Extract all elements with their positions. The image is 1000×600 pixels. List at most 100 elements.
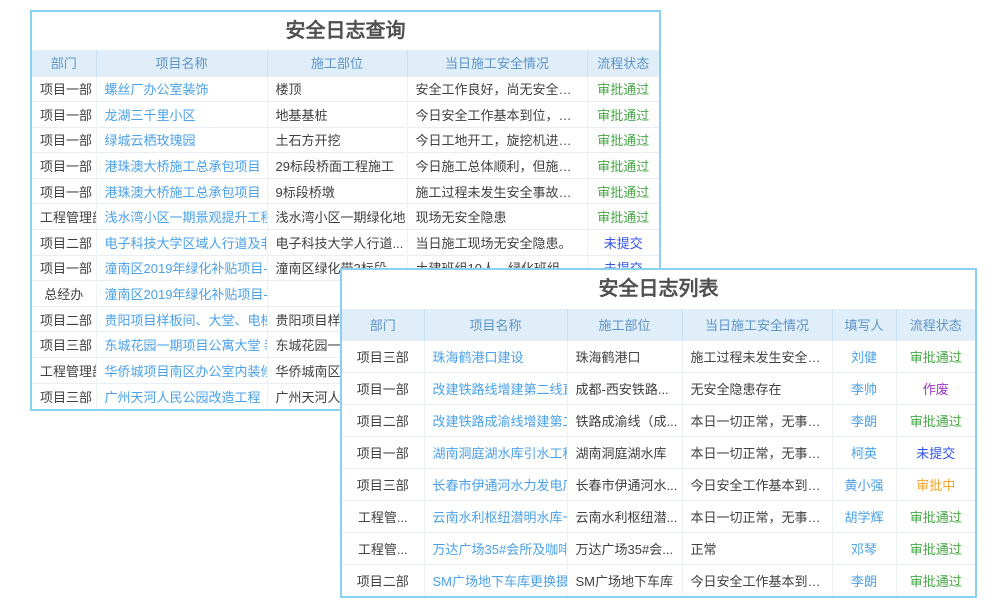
situation-cell: 施工过程未发生安全事故及人...	[407, 178, 587, 204]
dept-cell: 项目一部	[342, 372, 424, 404]
column-header-situation: 当日施工安全情况	[682, 309, 832, 340]
location-cell: 楼顶	[267, 76, 407, 102]
situation-cell: 今日施工总体顺利，但施工人...	[407, 153, 587, 179]
table-row: 项目一部螺丝厂办公室装饰楼顶安全工作良好，尚无安全隐患...审批通过	[32, 76, 659, 102]
column-header-location: 施工部位	[567, 309, 682, 340]
situation-cell: 今日安全工作基本到位，...	[682, 564, 832, 596]
column-header-project: 项目名称	[424, 309, 567, 340]
location-cell: 万达广场35#会...	[567, 532, 682, 564]
project-cell[interactable]: 华侨城项目南区办公室内装修	[96, 358, 267, 384]
location-cell: 珠海鹤港口	[567, 340, 682, 372]
table-row: 工程管...万达广场35#会所及咖啡...万达广场35#会...正常邓琴审批通过	[342, 532, 975, 564]
project-cell[interactable]: 长春市伊通河水力发电厂...	[424, 468, 567, 500]
table-row: 项目三部珠海鹤港口建设珠海鹤港口施工过程未发生安全事故...刘健审批通过	[342, 340, 975, 372]
table-row: 项目一部港珠澳大桥施工总承包项目29标段桥面工程施工今日施工总体顺利，但施工人.…	[32, 153, 659, 179]
project-cell[interactable]: 绿城云栖玫瑰园	[96, 127, 267, 153]
project-cell[interactable]: 浅水湾小区一期景观提升工程	[96, 204, 267, 230]
list-panel-title: 安全日志列表	[342, 270, 975, 309]
writer-cell[interactable]: 李朗	[832, 564, 896, 596]
dept-cell: 项目三部	[342, 468, 424, 500]
writer-cell[interactable]: 黄小强	[832, 468, 896, 500]
location-cell: 29标段桥面工程施工	[267, 153, 407, 179]
project-cell[interactable]: 潼南区2019年绿化补贴项目-	[96, 255, 267, 281]
query-table-header-row: 部门项目名称施工部位当日施工安全情况流程状态	[32, 50, 659, 76]
writer-cell[interactable]: 李朗	[832, 404, 896, 436]
project-cell[interactable]: 云南水利枢纽潜明水库一...	[424, 500, 567, 532]
table-row: 项目二部SM广场地下车库更换摄...SM广场地下车库今日安全工作基本到位，...…	[342, 564, 975, 596]
safety-log-list-table: 部门项目名称施工部位当日施工安全情况填写人流程状态 项目三部珠海鹤港口建设珠海鹤…	[342, 309, 975, 596]
dept-cell: 工程管理部	[32, 204, 96, 230]
situation-cell: 无安全隐患存在	[682, 372, 832, 404]
project-cell[interactable]: 改建铁路线增建第二线直...	[424, 372, 567, 404]
dept-cell: 工程管...	[342, 500, 424, 532]
table-row: 项目三部长春市伊通河水力发电厂...长春市伊通河水...今日安全工作基本到位，.…	[342, 468, 975, 500]
location-cell: 长春市伊通河水...	[567, 468, 682, 500]
writer-cell[interactable]: 刘健	[832, 340, 896, 372]
location-cell: 云南水利枢纽潜...	[567, 500, 682, 532]
project-cell[interactable]: 港珠澳大桥施工总承包项目	[96, 178, 267, 204]
writer-cell[interactable]: 柯英	[832, 436, 896, 468]
dept-cell: 项目二部	[342, 404, 424, 436]
dept-cell: 总经办	[32, 281, 96, 307]
situation-cell: 本日一切正常，无事故发...	[682, 500, 832, 532]
dept-cell: 项目二部	[342, 564, 424, 596]
dept-cell: 项目二部	[32, 306, 96, 332]
dept-cell: 项目三部	[32, 332, 96, 358]
writer-cell[interactable]: 李帅	[832, 372, 896, 404]
situation-cell: 本日一切正常，无事故发...	[682, 436, 832, 468]
column-header-location: 施工部位	[267, 50, 407, 76]
column-header-dept: 部门	[342, 309, 424, 340]
table-row: 项目一部改建铁路线增建第二线直...成都-西安铁路...无安全隐患存在李帅作废	[342, 372, 975, 404]
status-cell: 审批通过	[587, 153, 659, 179]
status-cell: 审批通过	[896, 500, 975, 532]
query-panel-title: 安全日志查询	[32, 12, 659, 50]
situation-cell: 今日安全工作基本到位，...	[682, 468, 832, 500]
status-cell: 审批通过	[587, 178, 659, 204]
location-cell: 地基基桩	[267, 102, 407, 128]
situation-cell: 安全工作良好，尚无安全隐患...	[407, 76, 587, 102]
column-header-dept: 部门	[32, 50, 96, 76]
column-header-project: 项目名称	[96, 50, 267, 76]
situation-cell: 本日一切正常，无事故发...	[682, 404, 832, 436]
project-cell[interactable]: 东城花园一期项目公寓大堂 装	[96, 332, 267, 358]
writer-cell[interactable]: 胡学辉	[832, 500, 896, 532]
project-cell[interactable]: 电子科技大学区域人行道及非	[96, 230, 267, 256]
table-row: 项目一部港珠澳大桥施工总承包项目9标段桥墩施工过程未发生安全事故及人...审批通…	[32, 178, 659, 204]
table-row: 项目一部龙湖三千里小区地基基桩今日安全工作基本到位，尚无...审批通过	[32, 102, 659, 128]
project-cell[interactable]: 螺丝厂办公室装饰	[96, 76, 267, 102]
status-cell: 审批通过	[896, 564, 975, 596]
situation-cell: 今日安全工作基本到位，尚无...	[407, 102, 587, 128]
status-cell: 作废	[896, 372, 975, 404]
project-cell[interactable]: 湖南洞庭湖水库引水工程...	[424, 436, 567, 468]
situation-cell: 施工过程未发生安全事故...	[682, 340, 832, 372]
project-cell[interactable]: 改建铁路成渝线增建第二...	[424, 404, 567, 436]
table-row: 项目二部电子科技大学区域人行道及非电子科技大学人行道...当日施工现场无安全隐患…	[32, 230, 659, 256]
status-cell: 审批通过	[587, 76, 659, 102]
project-cell[interactable]: 贵阳项目样板间、大堂、电梯	[96, 306, 267, 332]
situation-cell: 现场无安全隐患	[407, 204, 587, 230]
dept-cell: 项目一部	[32, 102, 96, 128]
dept-cell: 项目三部	[32, 383, 96, 409]
dept-cell: 项目一部	[32, 153, 96, 179]
project-cell[interactable]: 潼南区2019年绿化补贴项目-	[96, 281, 267, 307]
dept-cell: 项目一部	[342, 436, 424, 468]
project-cell[interactable]: SM广场地下车库更换摄...	[424, 564, 567, 596]
project-cell[interactable]: 港珠澳大桥施工总承包项目	[96, 153, 267, 179]
safety-log-list-panel: 安全日志列表 部门项目名称施工部位当日施工安全情况填写人流程状态 项目三部珠海鹤…	[340, 268, 977, 598]
table-row: 项目一部湖南洞庭湖水库引水工程...湖南洞庭湖水库本日一切正常，无事故发...柯…	[342, 436, 975, 468]
situation-cell: 当日施工现场无安全隐患。	[407, 230, 587, 256]
table-row: 工程管理部浅水湾小区一期景观提升工程浅水湾小区一期绿化地现场无安全隐患审批通过	[32, 204, 659, 230]
location-cell: 铁路成渝线（成...	[567, 404, 682, 436]
project-cell[interactable]: 龙湖三千里小区	[96, 102, 267, 128]
table-row: 项目一部绿城云栖玫瑰园土石方开挖今日工地开工，旋挖机进场，...审批通过	[32, 127, 659, 153]
location-cell: 浅水湾小区一期绿化地	[267, 204, 407, 230]
project-cell[interactable]: 广州天河人民公园改造工程	[96, 383, 267, 409]
project-cell[interactable]: 珠海鹤港口建设	[424, 340, 567, 372]
location-cell: 电子科技大学人行道...	[267, 230, 407, 256]
writer-cell[interactable]: 邓琴	[832, 532, 896, 564]
project-cell[interactable]: 万达广场35#会所及咖啡...	[424, 532, 567, 564]
status-cell: 审批通过	[896, 404, 975, 436]
situation-cell: 今日工地开工，旋挖机进场，...	[407, 127, 587, 153]
table-row: 工程管...云南水利枢纽潜明水库一...云南水利枢纽潜...本日一切正常，无事故…	[342, 500, 975, 532]
dept-cell: 项目一部	[32, 178, 96, 204]
